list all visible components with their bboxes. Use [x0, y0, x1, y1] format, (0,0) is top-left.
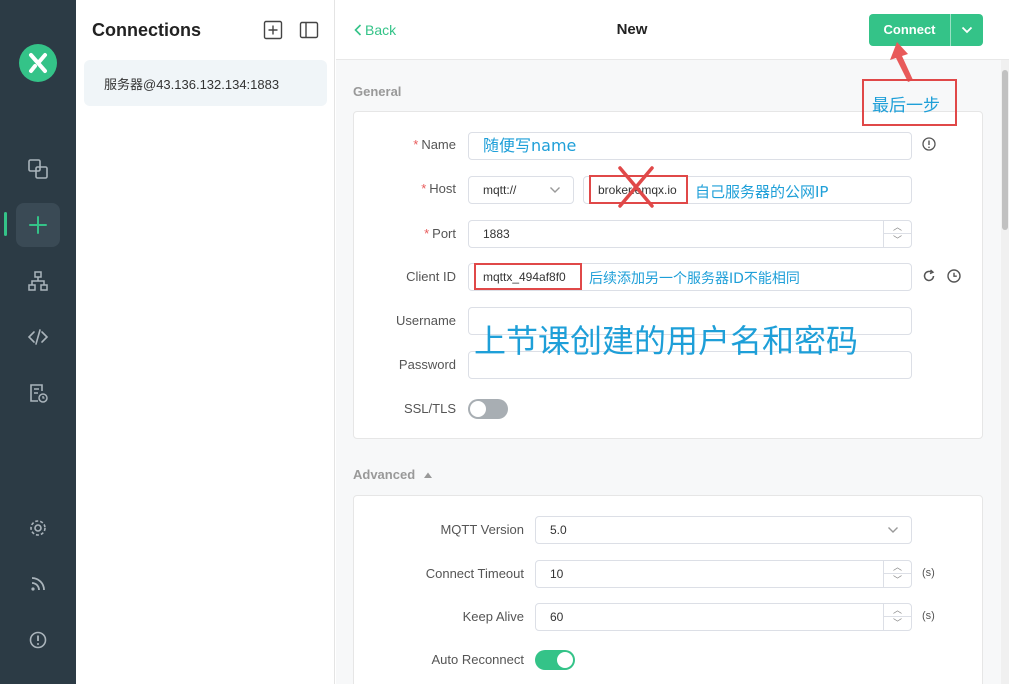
keep-alive-unit: (s)	[922, 610, 935, 622]
mqtt-version-label: MQTT Version	[440, 522, 524, 537]
auto-reconnect-toggle[interactable]	[535, 650, 575, 670]
protocol-select[interactable]: mqtt://	[468, 176, 574, 204]
annotation-arrow-icon	[890, 42, 913, 82]
mqtt-version-select[interactable]: 5.0	[535, 516, 912, 544]
connections-panel: Connections 服务器@43.136.132.134:1883	[76, 0, 335, 684]
host-label: * Host	[421, 181, 456, 196]
client-id-label: Client ID	[406, 269, 456, 284]
toggle-panel-icon[interactable]	[299, 20, 319, 40]
refresh-icon[interactable]	[922, 269, 936, 288]
advanced-section-label[interactable]: Advanced	[353, 467, 433, 482]
connect-timeout-input[interactable]: 10 ︿ ﹀	[535, 560, 912, 588]
connection-item-label: 服务器@43.136.132.134:1883	[104, 76, 280, 92]
app-sidebar	[0, 0, 76, 684]
toggle-knob	[470, 401, 486, 417]
client-id-annotation-note: 后续添加另一个服务器ID不能相同	[589, 271, 800, 287]
port-input[interactable]: 1883 ︿ ﹀	[468, 220, 912, 248]
info-icon[interactable]	[922, 137, 936, 156]
keep-alive-stepper[interactable]: ︿ ﹀	[883, 604, 911, 630]
chevron-down-icon	[550, 187, 560, 193]
general-section-label: General	[353, 84, 402, 99]
advanced-card: MQTT Version 5.0 Connect Timeout 10 ︿ ﹀ (…	[353, 495, 983, 684]
keep-alive-input[interactable]: 60 ︿ ﹀	[535, 603, 912, 631]
port-label: * Port	[424, 226, 456, 241]
chevron-up-icon: ︿	[884, 604, 911, 617]
add-connection-icon[interactable]	[263, 20, 283, 40]
chevron-up-icon: ︿	[884, 221, 911, 234]
connect-timeout-stepper[interactable]: ︿ ﹀	[883, 561, 911, 587]
connect-timeout-label: Connect Timeout	[425, 566, 524, 581]
connections-icon[interactable]	[16, 147, 60, 191]
logo-icon	[19, 44, 57, 82]
chevron-down-icon[interactable]	[951, 14, 983, 46]
connection-item[interactable]: 服务器@43.136.132.134:1883	[84, 60, 327, 106]
password-label: Password	[398, 357, 456, 372]
credentials-annotation-note: 上节课创建的用户名和密码	[474, 322, 859, 360]
scrollbar-thumb[interactable]	[1002, 70, 1008, 230]
connections-title: Connections	[92, 20, 202, 40]
cross-out-icon	[618, 166, 654, 208]
protocol-value: mqtt://	[483, 183, 517, 197]
username-label: Username	[396, 313, 456, 328]
name-label: * Name	[413, 137, 456, 152]
settings-icon[interactable]	[16, 506, 60, 550]
ssl-toggle[interactable]	[468, 399, 508, 419]
keep-alive-label: Keep Alive	[462, 609, 524, 624]
mqtt-version-value: 5.0	[550, 523, 567, 537]
log-icon[interactable]	[16, 371, 60, 415]
chevron-down-icon: ﹀	[892, 235, 902, 245]
auto-reconnect-label: Auto Reconnect	[431, 652, 524, 667]
host-annotation-note: 自己服务器的公网IP	[695, 183, 829, 201]
topology-icon[interactable]	[16, 259, 60, 303]
chevron-up-icon: ︿	[884, 561, 911, 574]
clock-icon[interactable]	[947, 269, 961, 288]
keep-alive-value: 60	[550, 610, 564, 624]
ssl-label: SSL/TLS	[403, 401, 456, 416]
client-id-annotation-box	[474, 263, 582, 290]
chevron-down-icon: ﹀	[892, 618, 902, 628]
toggle-knob	[557, 652, 573, 668]
page-title: New	[616, 21, 648, 38]
connect-timeout-unit: (s)	[922, 567, 935, 579]
subscribe-feed-icon[interactable]	[16, 562, 60, 606]
new-connection-icon[interactable]	[16, 203, 60, 247]
script-icon[interactable]	[16, 315, 60, 359]
chevron-down-icon: ﹀	[892, 575, 902, 585]
about-icon[interactable]	[16, 618, 60, 662]
name-input[interactable]: 随便写name	[468, 132, 912, 160]
last-step-annotation: 最后一步	[872, 96, 940, 116]
port-value: 1883	[483, 227, 510, 241]
caret-up-icon	[423, 472, 432, 478]
active-indicator	[4, 212, 7, 236]
port-stepper[interactable]: ︿ ﹀	[883, 221, 911, 247]
chevron-down-icon	[888, 527, 898, 533]
connect-timeout-value: 10	[550, 567, 564, 581]
